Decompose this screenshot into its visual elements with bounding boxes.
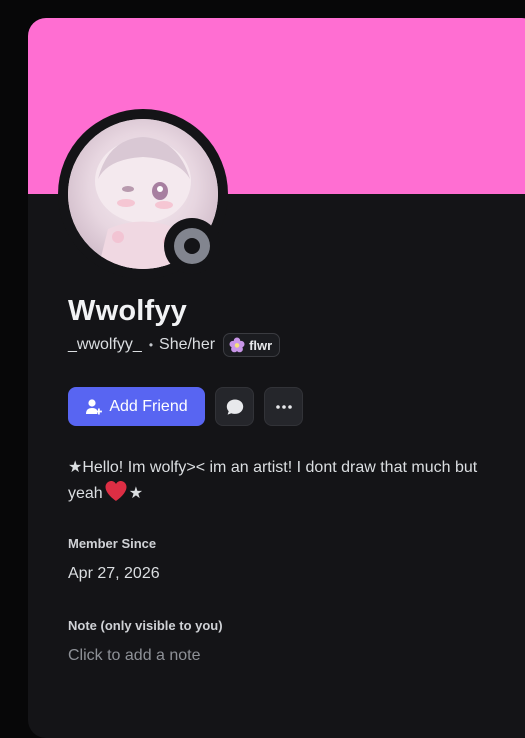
note-input[interactable] (68, 647, 488, 665)
flower-icon (229, 337, 245, 353)
bio-text: ★Hello! Im wolfy>< im an artist! I dont … (68, 455, 488, 506)
add-friend-label: Add Friend (109, 397, 188, 415)
member-since-label: Member Since (68, 536, 157, 551)
profile-actions: Add Friend (68, 387, 303, 426)
member-since-date: Apr 27, 2026 (68, 565, 160, 582)
username[interactable]: _wwolfyy_ (68, 336, 142, 354)
add-friend-icon (86, 398, 103, 414)
display-name: Wwolfyy (68, 295, 188, 327)
server-tag-label: flwr (249, 337, 273, 353)
status-indicator (164, 218, 220, 274)
more-dots-icon (275, 404, 292, 409)
offline-status-icon (174, 228, 210, 264)
note-label: Note (only visible to you) (68, 618, 223, 633)
pronouns: She/her (159, 336, 216, 353)
server-tag-badge[interactable]: flwr (223, 333, 281, 357)
heart-icon (105, 481, 127, 501)
profile-card: Wwolfyy _wwolfyy_ • She/her flwr Add Fri… (28, 18, 525, 738)
bio-star-right: ★ (128, 485, 144, 502)
chat-bubble-icon (226, 399, 243, 415)
separator-dot: • (148, 338, 154, 352)
profile-subline: _wwolfyy_ • She/her flwr (68, 332, 281, 358)
add-friend-button[interactable]: Add Friend (68, 387, 205, 426)
more-button[interactable] (264, 387, 303, 426)
message-button[interactable] (215, 387, 254, 426)
bio-star-left: ★ (68, 459, 83, 476)
